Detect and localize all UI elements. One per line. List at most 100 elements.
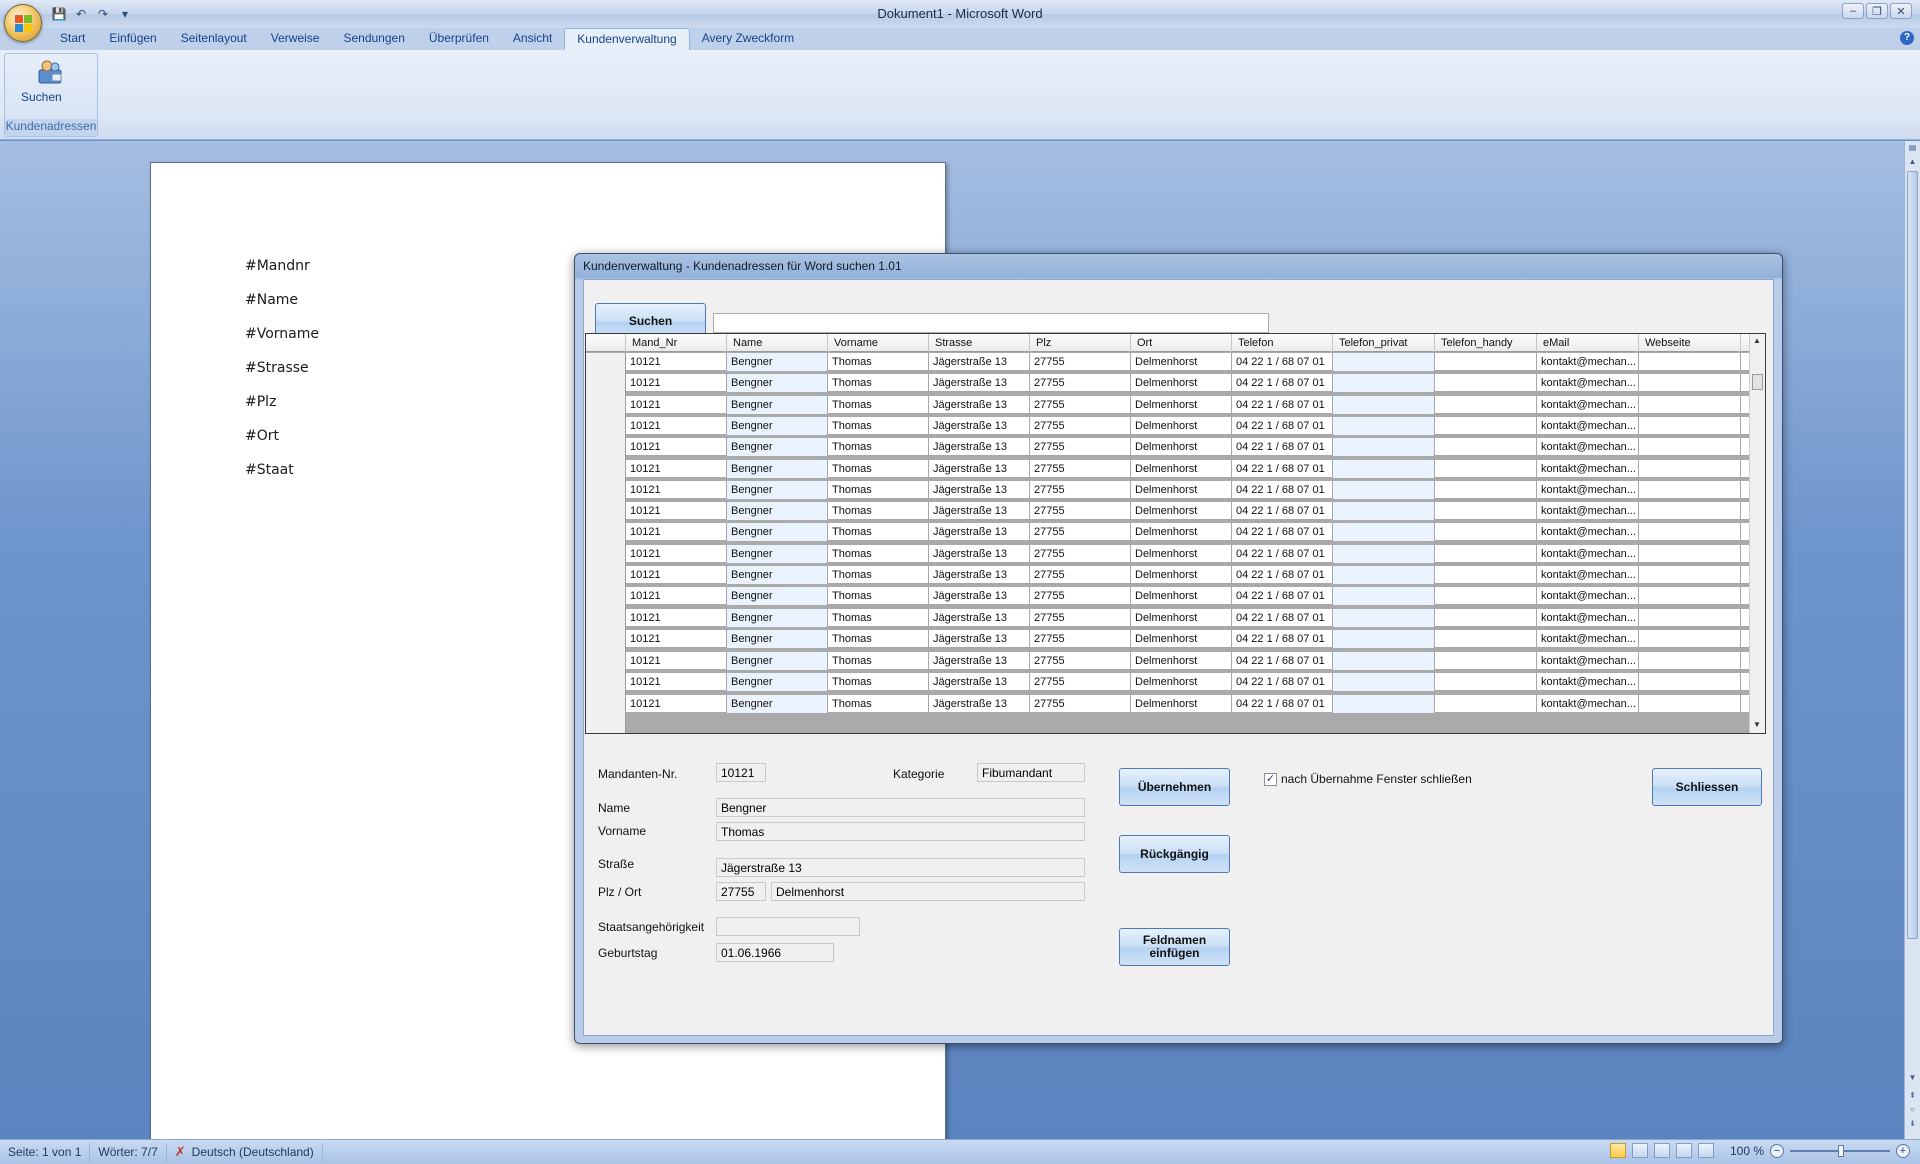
table-cell-vorname[interactable]: Thomas (828, 523, 929, 541)
table-cell-telefon-handy[interactable] (1435, 460, 1537, 478)
grid-col-vorname[interactable]: Vorname (828, 334, 929, 352)
grid-col-telefon[interactable]: Telefon (1232, 334, 1333, 352)
table-cell-vorname[interactable]: Thomas (828, 673, 929, 691)
table-cell-ort[interactable]: Delmenhorst (1131, 438, 1232, 456)
browse-object-icon[interactable]: ○ (1907, 1105, 1918, 1117)
table-cell-name[interactable]: Bengner (727, 481, 828, 499)
table-cell-ort[interactable]: Delmenhorst (1131, 353, 1232, 371)
vorname-field[interactable]: Thomas (716, 822, 1085, 841)
table-cell-mand-nr[interactable]: 10121 (626, 460, 727, 478)
table-cell-vorname[interactable]: Thomas (828, 630, 929, 648)
table-cell-telefon-handy[interactable] (1435, 566, 1537, 584)
table-cell-ort[interactable]: Delmenhorst (1131, 545, 1232, 563)
table-cell-vorname[interactable]: Thomas (828, 460, 929, 478)
table-cell-mand-nr[interactable]: 10121 (626, 673, 727, 691)
table-cell-name[interactable]: Bengner (727, 438, 828, 456)
kategorie-field[interactable]: Fibumandant (977, 763, 1085, 782)
table-cell-email[interactable]: kontakt@mechan... (1537, 587, 1639, 605)
table-cell-plz[interactable]: 27755 (1030, 417, 1131, 435)
table-cell-telefon-handy[interactable] (1435, 417, 1537, 435)
table-cell-telefon[interactable]: 04 22 1 / 68 07 01 (1232, 673, 1333, 691)
table-cell-telefon-handy[interactable] (1435, 630, 1537, 648)
table-cell-vorname[interactable]: Thomas (828, 587, 929, 605)
grid-scroll-up-icon[interactable]: ▲ (1753, 336, 1761, 345)
table-cell-name[interactable]: Bengner (727, 545, 828, 563)
table-cell-telefon[interactable]: 04 22 1 / 68 07 01 (1232, 630, 1333, 648)
suchen-ribbon-button[interactable]: Suchen (21, 58, 81, 114)
table-cell-telefon-privat[interactable] (1333, 417, 1435, 435)
table-cell-telefon-handy[interactable] (1435, 545, 1537, 563)
table-cell-mand-nr[interactable]: 10121 (626, 523, 727, 541)
grid-col-mand-nr[interactable]: Mand_Nr (626, 334, 727, 352)
table-cell-telefon-privat[interactable] (1333, 566, 1435, 584)
table-cell-telefon-privat[interactable] (1333, 502, 1435, 520)
grid-col-strasse[interactable]: Strasse (929, 334, 1030, 352)
table-cell-ort[interactable]: Delmenhorst (1131, 460, 1232, 478)
table-cell-plz[interactable]: 27755 (1030, 566, 1131, 584)
table-cell-mand-nr[interactable]: 10121 (626, 630, 727, 648)
table-cell-mand-nr[interactable]: 10121 (626, 695, 727, 713)
table-cell-webseite[interactable] (1639, 545, 1741, 563)
search-input[interactable] (713, 313, 1269, 333)
table-cell-strasse[interactable]: Jägerstraße 13 (929, 460, 1030, 478)
zoom-out-icon[interactable]: − (1770, 1143, 1784, 1158)
grid-col-name[interactable]: Name (727, 334, 828, 352)
table-cell-webseite[interactable] (1639, 523, 1741, 541)
zoom-knob[interactable] (1838, 1144, 1844, 1157)
table-cell-email[interactable]: kontakt@mechan... (1537, 417, 1639, 435)
table-cell-plz[interactable]: 27755 (1030, 523, 1131, 541)
table-row[interactable]: 10121 Bengner Thomas Jägerstraße 13 27755 Del… (626, 460, 1751, 478)
table-cell-telefon[interactable]: 04 22 1 / 68 07 01 (1232, 587, 1333, 605)
table-cell-name[interactable]: Bengner (727, 396, 828, 414)
table-cell-ort[interactable]: Delmenhorst (1131, 609, 1232, 627)
table-cell-vorname[interactable]: Thomas (828, 609, 929, 627)
table-cell-telefon-privat[interactable] (1333, 587, 1435, 605)
table-cell-ort[interactable]: Delmenhorst (1131, 652, 1232, 670)
table-cell-telefon[interactable]: 04 22 1 / 68 07 01 (1232, 502, 1333, 520)
table-cell-vorname[interactable]: Thomas (828, 396, 929, 414)
table-cell-name[interactable]: Bengner (727, 673, 828, 691)
table-cell-email[interactable]: kontakt@mechan... (1537, 545, 1639, 563)
table-cell-name[interactable]: Bengner (727, 609, 828, 627)
table-cell-ort[interactable]: Delmenhorst (1131, 673, 1232, 691)
table-cell-email[interactable]: kontakt@mechan... (1537, 523, 1639, 541)
table-cell-name[interactable]: Bengner (727, 417, 828, 435)
restore-icon[interactable]: ❐ (1866, 3, 1888, 19)
table-cell-webseite[interactable] (1639, 396, 1741, 414)
table-cell-telefon-privat[interactable] (1333, 695, 1435, 713)
table-cell-email[interactable]: kontakt@mechan... (1537, 652, 1639, 670)
mandant-field[interactable]: 10121 (716, 763, 766, 782)
table-cell-vorname[interactable]: Thomas (828, 438, 929, 456)
table-cell-strasse[interactable]: Jägerstraße 13 (929, 417, 1030, 435)
table-row[interactable]: 10121 Bengner Thomas Jägerstraße 13 27755 Del… (626, 587, 1751, 605)
table-cell-telefon[interactable]: 04 22 1 / 68 07 01 (1232, 374, 1333, 392)
table-cell-email[interactable]: kontakt@mechan... (1537, 630, 1639, 648)
table-cell-mand-nr[interactable]: 10121 (626, 587, 727, 605)
table-cell-email[interactable]: kontakt@mechan... (1537, 566, 1639, 584)
table-row[interactable]: 10121 Bengner Thomas Jägerstraße 13 27755 Del… (626, 481, 1751, 499)
table-cell-telefon-handy[interactable] (1435, 652, 1537, 670)
grid-col-telefon-privat[interactable]: Telefon_privat (1333, 334, 1435, 352)
minimize-icon[interactable]: – (1842, 3, 1864, 19)
table-cell-name[interactable]: Bengner (727, 630, 828, 648)
table-cell-webseite[interactable] (1639, 566, 1741, 584)
table-cell-webseite[interactable] (1639, 609, 1741, 627)
table-cell-plz[interactable]: 27755 (1030, 545, 1131, 563)
table-cell-plz[interactable]: 27755 (1030, 481, 1131, 499)
table-cell-telefon-privat[interactable] (1333, 652, 1435, 670)
table-cell-webseite[interactable] (1639, 417, 1741, 435)
strasse-field[interactable]: Jägerstraße 13 (716, 858, 1085, 877)
word-count[interactable]: Wörter: 7/7 (90, 1143, 167, 1161)
table-cell-telefon[interactable]: 04 22 1 / 68 07 01 (1232, 609, 1333, 627)
close-icon[interactable]: ✕ (1890, 3, 1912, 19)
table-cell-telefon[interactable]: 04 22 1 / 68 07 01 (1232, 438, 1333, 456)
table-cell-ort[interactable]: Delmenhorst (1131, 695, 1232, 713)
table-cell-webseite[interactable] (1639, 695, 1741, 713)
table-cell-name[interactable]: Bengner (727, 652, 828, 670)
table-row[interactable]: 10121 Bengner Thomas Jägerstraße 13 27755 Del… (626, 353, 1751, 371)
table-cell-vorname[interactable]: Thomas (828, 374, 929, 392)
table-cell-telefon-privat[interactable] (1333, 609, 1435, 627)
table-cell-vorname[interactable]: Thomas (828, 353, 929, 371)
table-cell-plz[interactable]: 27755 (1030, 630, 1131, 648)
table-cell-email[interactable]: kontakt@mechan... (1537, 502, 1639, 520)
